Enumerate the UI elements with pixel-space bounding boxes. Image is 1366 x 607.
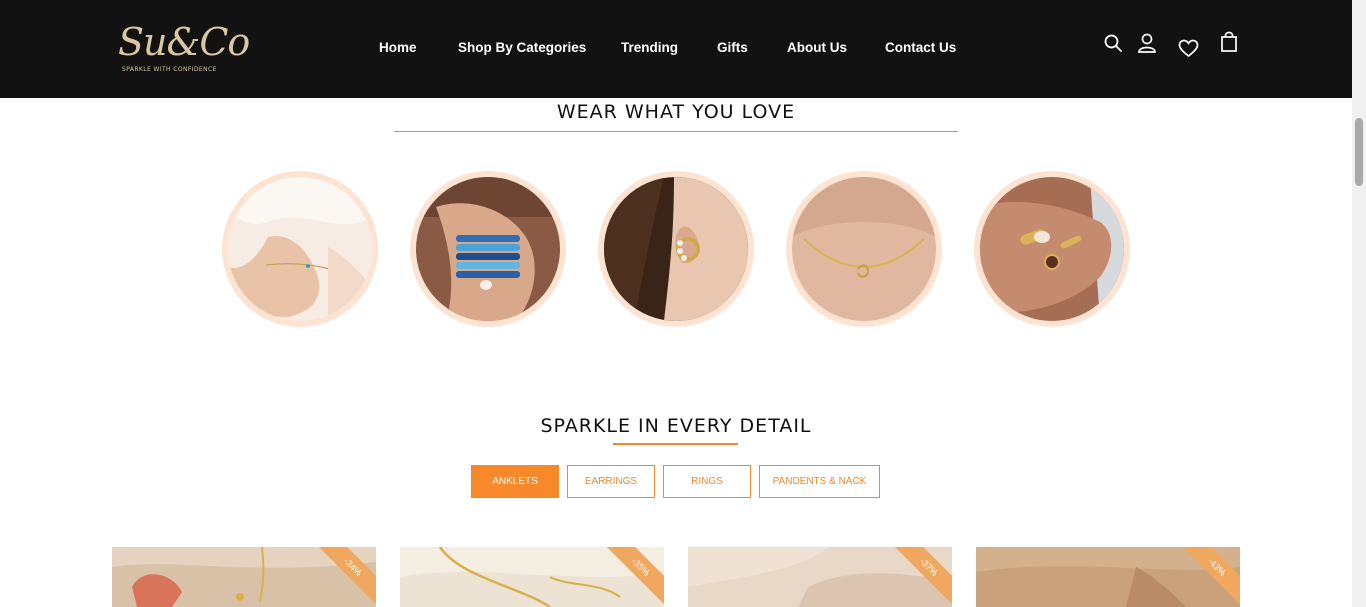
- category-circle-rings[interactable]: [974, 171, 1130, 327]
- rings-image: [980, 177, 1124, 321]
- section-title-wear-what-you-love: WEAR WHAT YOU LOVE: [556, 101, 796, 123]
- earring-image: [604, 177, 748, 321]
- page: Su&Co SPARKLE WITH CONFIDENCE Home Shop …: [0, 0, 1366, 607]
- tab-anklets[interactable]: ANKLETS: [471, 465, 559, 498]
- scrollbar-thumb[interactable]: [1355, 118, 1363, 186]
- brand-logo[interactable]: Su&Co SPARKLE WITH CONFIDENCE: [116, 20, 250, 76]
- bracelet-image: [416, 177, 560, 321]
- product-card-4[interactable]: -43%: [976, 547, 1240, 607]
- nav-shop-by-categories[interactable]: Shop By Categories: [458, 40, 586, 55]
- logo-wordmark: Su&Co: [118, 20, 250, 64]
- nav-trending[interactable]: Trending: [621, 40, 678, 55]
- nav-home[interactable]: Home: [379, 40, 417, 55]
- section-title-underline-2: [613, 443, 738, 445]
- nav-about-us[interactable]: About Us: [787, 40, 847, 55]
- section-title-sparkle-in-every-detail: SPARKLE IN EVERY DETAIL: [540, 415, 812, 437]
- wishlist-heart-icon[interactable]: [1178, 39, 1199, 58]
- search-icon[interactable]: [1103, 33, 1123, 53]
- page-scrollbar[interactable]: [1352, 0, 1366, 607]
- nav-contact-us[interactable]: Contact Us: [885, 40, 956, 55]
- category-circle-earrings[interactable]: [598, 171, 754, 327]
- tab-rings[interactable]: RINGS: [663, 465, 751, 498]
- site-header: Su&Co SPARKLE WITH CONFIDENCE Home Shop …: [0, 0, 1352, 98]
- nav-gifts[interactable]: Gifts: [717, 40, 748, 55]
- tab-pandents-nack[interactable]: PANDENTS & NACK: [759, 465, 880, 498]
- cart-bag-icon[interactable]: [1220, 31, 1238, 53]
- tab-earrings[interactable]: EARRINGS: [567, 465, 655, 498]
- category-circle-necklaces[interactable]: [786, 171, 942, 327]
- anklet-image: [228, 177, 372, 321]
- account-icon[interactable]: [1137, 32, 1157, 54]
- necklace-image: [792, 177, 936, 321]
- category-circle-bracelets[interactable]: [410, 171, 566, 327]
- product-card-3[interactable]: -37%: [688, 547, 952, 607]
- logo-tagline: SPARKLE WITH CONFIDENCE: [122, 66, 217, 73]
- product-card-1[interactable]: -34%: [112, 547, 376, 607]
- section-title-underline: [394, 131, 958, 132]
- product-card-2[interactable]: -35%: [400, 547, 664, 607]
- category-circle-anklets[interactable]: [222, 171, 378, 327]
